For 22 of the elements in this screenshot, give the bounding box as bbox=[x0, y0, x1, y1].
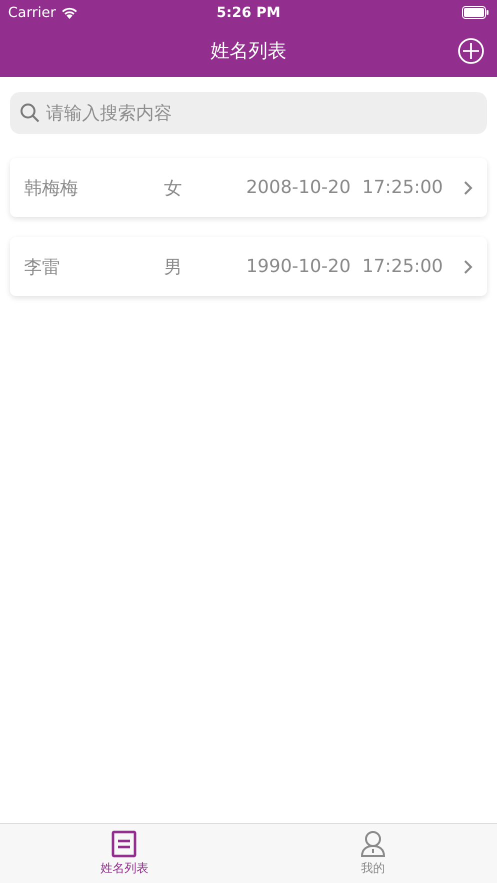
person-gender: 男 bbox=[164, 256, 183, 278]
person-datetime: 1990-10-20 17:25:00 bbox=[245, 256, 443, 277]
person-datetime: 2008-10-20 17:25:00 bbox=[245, 177, 443, 198]
wifi-icon bbox=[60, 6, 78, 18]
tab-bar-item[interactable]: 姓名列表 bbox=[0, 824, 248, 883]
person-name: 韩梅梅 bbox=[24, 176, 79, 200]
person-name: 李雷 bbox=[24, 256, 61, 278]
chevron-icon bbox=[463, 258, 473, 274]
search-field[interactable]: 请输入搜索内容 bbox=[10, 92, 487, 134]
person-row[interactable]: 韩梅梅 女 2008-10-20 17:25:00 bbox=[10, 158, 487, 217]
person-gender: 女 bbox=[164, 176, 183, 200]
tab-bar-item[interactable]: 我的 bbox=[248, 824, 497, 883]
search-icon bbox=[20, 103, 40, 123]
nav-title: 姓名列表 bbox=[210, 39, 286, 64]
carrier-label: Carrier bbox=[8, 4, 56, 20]
status-time: 5:26 PM bbox=[216, 4, 280, 20]
chevron-icon bbox=[463, 180, 473, 196]
person-icon bbox=[360, 830, 386, 858]
add-button[interactable] bbox=[457, 37, 485, 65]
person-row[interactable]: 李雷 男 1990-10-20 17:25:00 bbox=[10, 237, 487, 296]
document-icon bbox=[111, 830, 138, 858]
battery-icon bbox=[462, 6, 489, 19]
